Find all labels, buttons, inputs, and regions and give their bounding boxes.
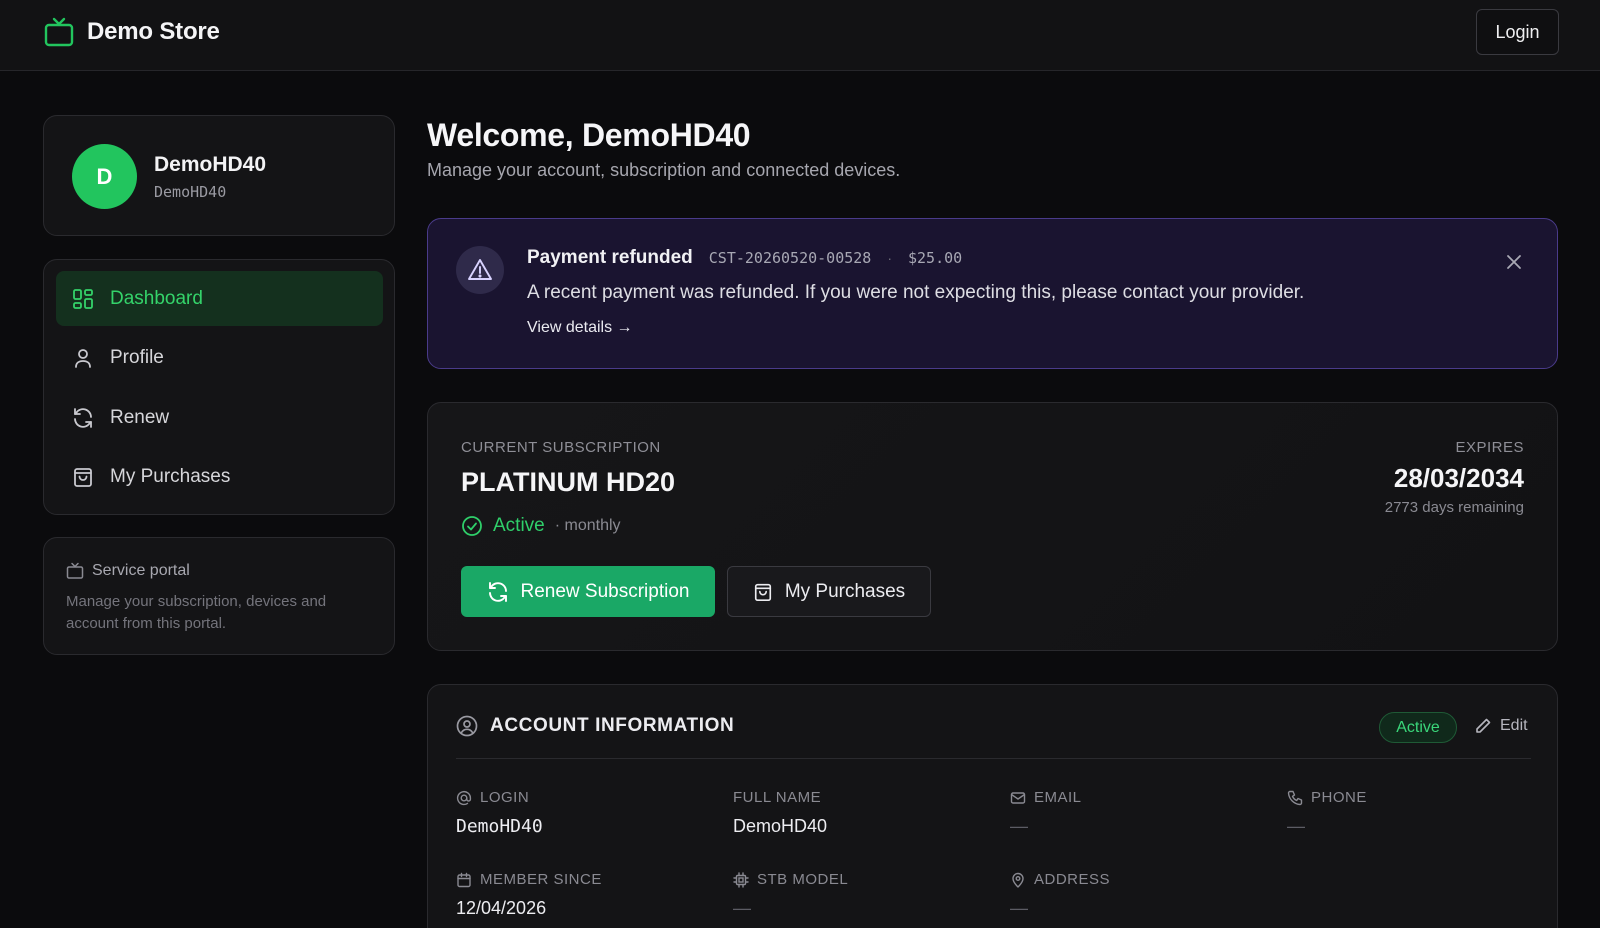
map-pin-icon (1010, 872, 1026, 888)
service-portal-card: Service portal Manage your subscription,… (43, 537, 395, 655)
field-label: LOGIN (480, 789, 530, 806)
field-value: — (1287, 816, 1305, 836)
sidebar-item-my-purchases[interactable]: My Purchases (56, 449, 383, 504)
expires-date: 28/03/2034 (1393, 463, 1524, 493)
close-icon[interactable] (1505, 253, 1523, 271)
brand[interactable]: Demo Store (43, 16, 220, 48)
alert-title: Payment refunded (527, 247, 693, 268)
profile-name: DemoHD40 (154, 153, 267, 176)
field-label: PHONE (1311, 789, 1367, 806)
field-label: ADDRESS (1034, 871, 1111, 888)
service-portal-title: Service portal (66, 562, 190, 580)
field-value: DemoHD40 (733, 816, 828, 836)
sidebar-item-profile[interactable]: Profile (56, 330, 383, 385)
field-value: 12/04/2026 (456, 898, 547, 918)
chip-icon (733, 871, 749, 888)
status-text: Active (493, 515, 545, 536)
tv-icon (43, 16, 75, 48)
field-value: — (1010, 898, 1028, 918)
sidebar-item-label: Dashboard (110, 287, 203, 309)
field-label: FULL NAME (733, 789, 822, 806)
service-portal-description: Manage your subscription, devices and ac… (66, 593, 327, 632)
top-bar: Demo Store Login (0, 0, 1600, 71)
warning-icon (467, 257, 493, 283)
sidebar-item-label: Renew (110, 406, 170, 428)
my-purchases-button[interactable]: My Purchases (727, 566, 931, 617)
grid-icon (72, 288, 94, 310)
phone-icon (1287, 790, 1303, 806)
field-label: EMAIL (1034, 789, 1082, 806)
edit-label: Edit (1500, 717, 1528, 734)
view-details-link[interactable]: View details → (527, 319, 633, 337)
field-phone: PHONE — (1287, 789, 1547, 837)
renew-subscription-button[interactable]: Renew Subscription (461, 566, 715, 617)
calendar-icon (456, 872, 472, 888)
user-circle-icon (456, 715, 478, 737)
divider (456, 758, 1531, 759)
brand-name: Demo Store (87, 18, 220, 45)
account-header: ACCOUNT INFORMATION (456, 715, 734, 737)
field-login: LOGIN DemoHD40 (456, 789, 716, 837)
status-badge: Active (1379, 712, 1457, 743)
profile-card: D DemoHD40 DemoHD40 (43, 115, 395, 236)
field-value: — (733, 898, 751, 918)
field-full-name: FULL NAME DemoHD40 (733, 789, 993, 837)
billing-period: · monthly (554, 517, 621, 534)
sidebar-item-label: Profile (110, 346, 164, 368)
edit-button[interactable]: Edit (1474, 717, 1528, 735)
alert-message: A recent payment was refunded. If you we… (527, 282, 1305, 303)
subscription-card: CURRENT SUBSCRIPTION PLATINUM HD20 Activ… (427, 402, 1558, 651)
field-label: STB MODEL (757, 871, 849, 888)
mail-icon (1010, 790, 1026, 806)
field-member-since: MEMBER SINCE 12/04/2026 (456, 871, 716, 919)
field-address: ADDRESS — (1010, 871, 1270, 919)
subscription-label: CURRENT SUBSCRIPTION (461, 439, 661, 456)
refresh-icon (72, 407, 94, 429)
renew-button-label: Renew Subscription (520, 580, 690, 602)
account-information-card: ACCOUNT INFORMATION Active Edit LOGIN De… (427, 684, 1558, 928)
alert-separator: · (887, 250, 892, 266)
login-button[interactable]: Login (1476, 9, 1559, 55)
sidebar-item-renew[interactable]: Renew (56, 390, 383, 445)
subscription-status: Active · monthly (461, 515, 621, 537)
days-remaining: 2773 days remaining (1384, 499, 1524, 516)
account-title: ACCOUNT INFORMATION (490, 715, 735, 736)
sidebar-item-label: My Purchases (110, 465, 231, 487)
check-circle-icon (461, 515, 483, 537)
alert-amount: $25.00 (908, 249, 963, 267)
pencil-icon (1474, 717, 1492, 735)
service-portal-label: Service portal (92, 562, 190, 579)
refresh-icon (487, 581, 509, 603)
field-email: EMAIL — (1010, 789, 1270, 837)
profile-username: DemoHD40 (154, 183, 227, 201)
purchases-button-label: My Purchases (784, 580, 906, 602)
subscription-plan: PLATINUM HD20 (461, 467, 676, 497)
field-value: DemoHD40 (456, 816, 543, 837)
sidebar-item-dashboard[interactable]: Dashboard (56, 271, 383, 326)
page-title: Welcome, DemoHD40 (427, 117, 751, 153)
page-subtitle: Manage your account, subscription and co… (427, 160, 901, 180)
field-label: MEMBER SINCE (480, 871, 602, 888)
field-value: — (1010, 816, 1028, 836)
user-icon (72, 347, 94, 369)
alert-header: Payment refunded CST-20260520-00528 · $2… (527, 247, 962, 269)
field-stb-model: STB MODEL — (733, 871, 993, 919)
refund-alert: Payment refunded CST-20260520-00528 · $2… (427, 218, 1558, 369)
sidebar-nav: Dashboard Profile Renew My Purchases (43, 259, 395, 515)
at-icon (456, 790, 472, 806)
shopping-bag-icon (72, 466, 94, 488)
alert-icon-container (456, 246, 504, 294)
avatar: D (72, 144, 137, 209)
expires-label: EXPIRES (1455, 439, 1524, 456)
tv-icon (66, 562, 84, 580)
alert-reference-code: CST-20260520-00528 (708, 249, 872, 267)
shopping-bag-icon (753, 582, 773, 602)
